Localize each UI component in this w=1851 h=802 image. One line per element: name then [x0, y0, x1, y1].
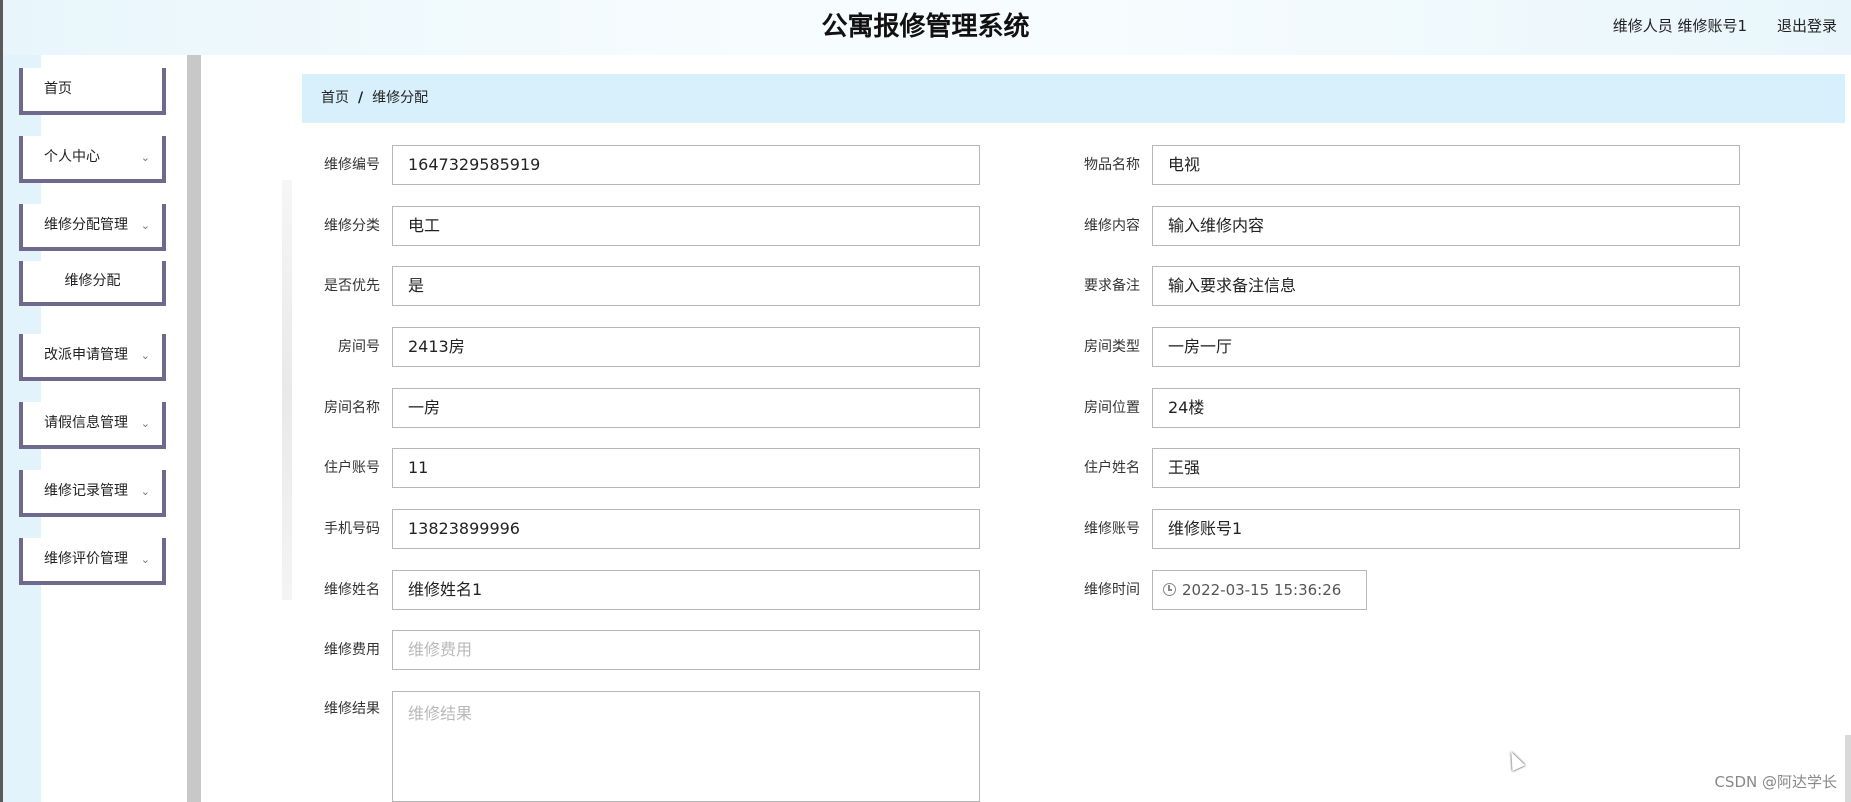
room-name-input[interactable]: 一房 — [392, 388, 980, 428]
sidebar-item-reassign-request-mgmt[interactable]: 改派申请管理 ⌄ — [19, 334, 166, 381]
item-name-input[interactable]: 电视 — [1152, 145, 1740, 185]
requirement-notes-input[interactable]: 输入要求备注信息 — [1152, 266, 1740, 306]
sidebar-item-label: 维修分配 — [64, 273, 121, 289]
breadcrumb-home[interactable]: 首页 — [321, 90, 349, 106]
sidebar-item-label: 请假信息管理 — [44, 415, 128, 431]
sidebar-item-label: 首页 — [44, 81, 72, 97]
scrollbar[interactable] — [1845, 735, 1851, 802]
user-info: 维修人员 维修账号1 — [1612, 17, 1747, 35]
repair-cost-input[interactable]: 维修费用 — [392, 630, 980, 670]
chevron-down-icon: ⌄ — [140, 219, 150, 232]
phone-input[interactable]: 13823899996 — [392, 509, 980, 549]
app-title: 公寓报修管理系统 — [821, 12, 1030, 42]
room-location-input[interactable]: 24楼 — [1152, 388, 1740, 428]
sidebar-item-label: 改派申请管理 — [44, 347, 128, 363]
priority-input[interactable]: 是 — [392, 266, 980, 306]
sidebar-item-repair-review-mgmt[interactable]: 维修评价管理 ⌄ — [19, 538, 166, 585]
window-edge — [0, 0, 3, 802]
clock-icon — [1163, 583, 1176, 596]
field-label-resident-name: 住户姓名 — [1084, 460, 1140, 476]
field-label-phone: 手机号码 — [324, 521, 380, 537]
field-label-room-type: 房间类型 — [1084, 339, 1140, 355]
field-label-room-location: 房间位置 — [1084, 400, 1140, 416]
watermark: CSDN @阿达学长 — [1714, 773, 1837, 791]
field-label-room-no: 房间号 — [338, 339, 380, 355]
sidebar-item-label: 维修记录管理 — [44, 483, 128, 499]
repair-time-picker[interactable]: 2022-03-15 15:36:26 — [1152, 570, 1367, 610]
chevron-down-icon: ⌄ — [140, 485, 150, 498]
field-label-item-name: 物品名称 — [1084, 157, 1140, 173]
room-type-input[interactable]: 一房一厅 — [1152, 327, 1740, 367]
sidebar-item-repair-record-mgmt[interactable]: 维修记录管理 ⌄ — [19, 470, 166, 517]
field-label-repair-cost: 维修费用 — [324, 642, 380, 658]
field-label-repairer-name: 维修姓名 — [324, 582, 380, 598]
sidebar-item-profile[interactable]: 个人中心 ⌄ — [19, 136, 166, 183]
field-label-repair-time: 维修时间 — [1084, 582, 1140, 598]
chevron-down-icon: ⌄ — [140, 553, 150, 566]
field-label-resident-account: 住户账号 — [324, 460, 380, 476]
repair-result-textarea[interactable]: 维修结果 — [392, 691, 980, 802]
resident-account-input[interactable]: 11 — [392, 448, 980, 488]
repair-content-input[interactable]: 输入维修内容 — [1152, 206, 1740, 246]
room-no-input[interactable]: 2413房 — [392, 327, 980, 367]
repair-category-input[interactable]: 电工 — [392, 206, 980, 246]
field-label-repair-result: 维修结果 — [324, 701, 380, 717]
field-label-repairer-account: 维修账号 — [1084, 521, 1140, 537]
field-label-repair-category: 维修分类 — [324, 218, 380, 234]
repair-time-value: 2022-03-15 15:36:26 — [1182, 581, 1342, 599]
resident-name-input[interactable]: 王强 — [1152, 448, 1740, 488]
breadcrumb-separator: / — [358, 90, 364, 106]
sidebar-item-label: 维修分配管理 — [44, 217, 128, 233]
field-label-room-name: 房间名称 — [324, 400, 380, 416]
field-label-priority: 是否优先 — [324, 278, 380, 294]
sidebar-item-label: 维修评价管理 — [44, 551, 128, 567]
repair-no-input[interactable]: 1647329585919 — [392, 145, 980, 185]
chevron-down-icon: ⌄ — [140, 417, 150, 430]
sidebar-item-repair-assignment-mgmt[interactable]: 维修分配管理 ⌄ — [19, 204, 166, 251]
sidebar-item-label: 个人中心 — [44, 149, 100, 165]
breadcrumb: 首页 / 维修分配 — [302, 74, 1845, 123]
field-label-repair-content: 维修内容 — [1084, 218, 1140, 234]
chevron-down-icon: ⌄ — [140, 349, 150, 362]
repairer-account-input[interactable]: 维修账号1 — [1152, 509, 1740, 549]
chevron-down-icon: ⌄ — [140, 151, 150, 164]
sidebar-divider — [187, 55, 201, 802]
sidebar-item-leave-info-mgmt[interactable]: 请假信息管理 ⌄ — [19, 402, 166, 449]
repairer-name-input[interactable]: 维修姓名1 — [392, 570, 980, 610]
sidebar-subitem-repair-assignment[interactable]: 维修分配 — [19, 261, 166, 306]
logout-link[interactable]: 退出登录 — [1777, 0, 1837, 52]
breadcrumb-current: 维修分配 — [372, 90, 429, 106]
field-label-repair-no: 维修编号 — [324, 157, 380, 173]
sidebar-item-home[interactable]: 首页 — [19, 68, 166, 115]
field-label-requirement-notes: 要求备注 — [1084, 278, 1140, 294]
